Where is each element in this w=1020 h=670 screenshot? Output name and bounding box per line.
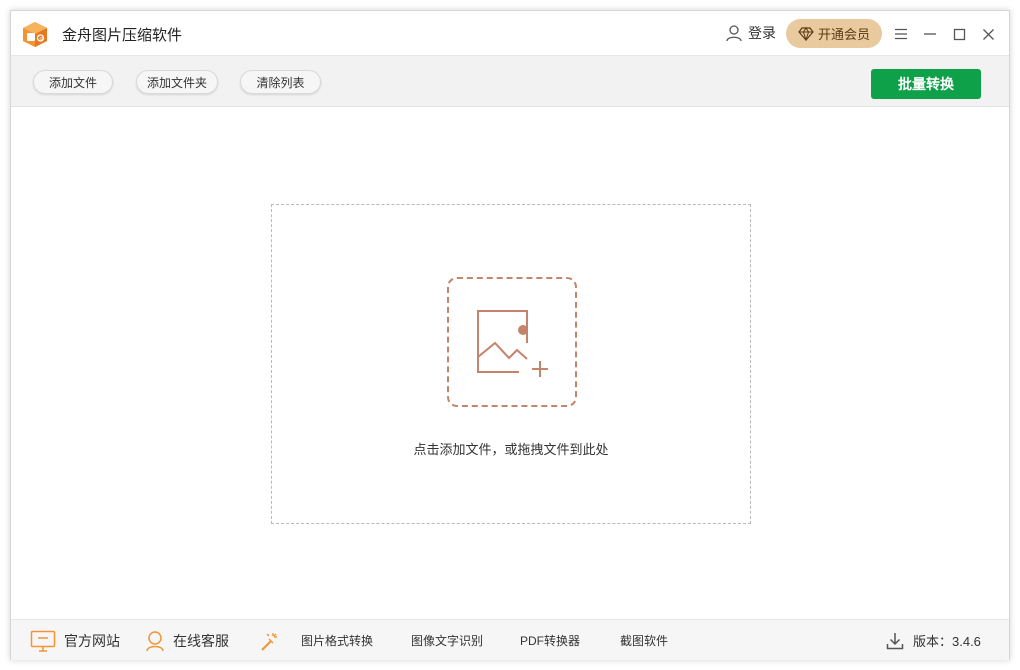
app-window: @ 金舟图片压缩软件 登录 开通会员 添加文件 添加文件夹 清除列表 批量转换 … [10, 10, 1010, 660]
login-button[interactable]: 登录 [725, 22, 776, 44]
pdf-converter-link[interactable]: PDF转换器 [520, 620, 580, 661]
screenshot-software-link[interactable]: 截图软件 [620, 620, 668, 661]
magic-wand-icon [261, 632, 277, 651]
add-image-icon [477, 310, 548, 377]
maximize-icon [953, 28, 965, 40]
minimize-button[interactable] [919, 23, 941, 45]
add-file-button[interactable]: 添加文件 [33, 70, 113, 94]
format-convert-label: 图片格式转换 [301, 634, 374, 648]
app-logo-icon: @ [23, 22, 47, 47]
drop-hint-text: 点击添加文件，或拖拽文件到此处 [413, 442, 609, 457]
app-title: 金舟图片压缩软件 [62, 27, 183, 44]
add-image-box[interactable] [447, 277, 577, 407]
official-website-link[interactable]: 官方网站 [30, 620, 120, 661]
download-icon [886, 632, 904, 649]
clear-list-button[interactable]: 清除列表 [240, 70, 321, 94]
image-ocr-link[interactable]: 图像文字识别 [411, 620, 483, 661]
title-bar: @ 金舟图片压缩软件 登录 开通会员 [11, 11, 1009, 56]
online-support-link[interactable]: 在线客服 [145, 620, 229, 661]
diamond-icon [798, 26, 814, 41]
format-convert-link[interactable]: 图片格式转换 [258, 620, 373, 661]
vip-label: 开通会员 [817, 27, 870, 42]
svg-text:@: @ [39, 35, 43, 40]
toolbar: 添加文件 添加文件夹 清除列表 批量转换 [11, 56, 1009, 107]
add-folder-button[interactable]: 添加文件夹 [136, 70, 218, 94]
online-support-label: 在线客服 [173, 632, 229, 649]
close-button[interactable] [977, 23, 999, 45]
screenshot-software-label: 截图软件 [620, 634, 668, 648]
close-icon [982, 28, 994, 40]
file-drop-zone[interactable]: 点击添加文件，或拖拽文件到此处 [271, 204, 751, 524]
vip-button[interactable]: 开通会员 [786, 19, 882, 48]
version-label: 版本：3.4.6 [913, 634, 981, 649]
monitor-icon [30, 630, 56, 652]
image-ocr-label: 图像文字识别 [411, 634, 484, 648]
user-icon [726, 25, 742, 42]
minimize-icon [924, 33, 936, 35]
batch-convert-button[interactable]: 批量转换 [871, 69, 981, 99]
maximize-button[interactable] [948, 23, 970, 45]
menu-icon [895, 28, 907, 40]
official-website-label: 官方网站 [64, 632, 120, 649]
support-agent-icon [146, 630, 164, 651]
pdf-converter-label: PDF转换器 [520, 634, 581, 648]
login-label: 登录 [748, 25, 776, 41]
version-info[interactable]: 版本：3.4.6 [886, 620, 981, 661]
footer-bar: 官方网站 在线客服 图片格式转换 图像文字识别 PDF转换器 截图软件 版本：3… [11, 619, 1009, 660]
menu-button[interactable] [890, 23, 912, 45]
